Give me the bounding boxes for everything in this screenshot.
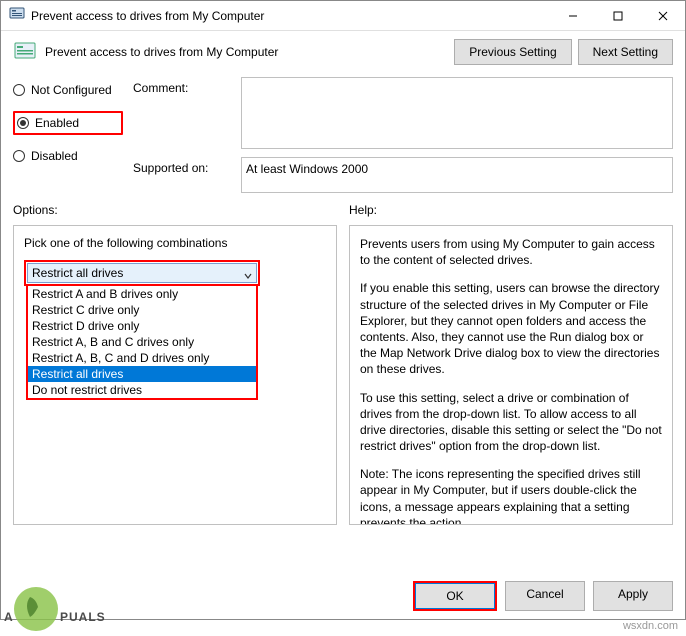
- radio-disabled[interactable]: Disabled: [13, 147, 123, 165]
- policy-icon: [9, 6, 25, 25]
- meta-fields: Comment: Supported on: At least Windows …: [133, 77, 673, 193]
- state-radios: Not Configured Enabled Disabled: [13, 77, 123, 165]
- config-row: Not Configured Enabled Disabled Comment:…: [1, 73, 685, 197]
- highlight-enabled: Enabled: [13, 111, 123, 135]
- radio-icon: [17, 117, 29, 129]
- section-panels: Pick one of the following combinations R…: [1, 225, 685, 569]
- drives-dropdown: Restrict A and B drives only Restrict C …: [26, 284, 258, 400]
- dropdown-item[interactable]: Do not restrict drives: [28, 382, 256, 398]
- options-panel[interactable]: Pick one of the following combinations R…: [13, 225, 337, 525]
- drives-combobox[interactable]: Restrict all drives: [27, 263, 257, 283]
- radio-label: Disabled: [31, 149, 78, 163]
- radio-icon: [13, 150, 25, 162]
- chevron-down-icon: [244, 269, 252, 277]
- comment-textarea[interactable]: [241, 77, 673, 149]
- supported-label: Supported on:: [133, 157, 233, 193]
- header: Prevent access to drives from My Compute…: [1, 31, 685, 73]
- radio-icon: [13, 84, 25, 96]
- help-panel[interactable]: Prevents users from using My Computer to…: [349, 225, 673, 525]
- titlebar: Prevent access to drives from My Compute…: [1, 1, 685, 31]
- radio-not-configured[interactable]: Not Configured: [13, 81, 123, 99]
- highlight-combo: Restrict all drives: [24, 260, 260, 286]
- header-left: Prevent access to drives from My Compute…: [13, 40, 278, 64]
- radio-label: Not Configured: [31, 83, 112, 97]
- help-paragraph: To use this setting, select a drive or c…: [360, 390, 662, 455]
- previous-setting-button[interactable]: Previous Setting: [454, 39, 571, 65]
- nav-buttons: Previous Setting Next Setting: [454, 39, 673, 65]
- dropdown-item[interactable]: Restrict C drive only: [28, 302, 256, 318]
- help-paragraph: Note: The icons representing the specifi…: [360, 466, 662, 525]
- policy-icon-large: [13, 40, 37, 64]
- radio-enabled[interactable]: Enabled: [17, 114, 119, 132]
- radio-dot-icon: [20, 120, 26, 126]
- dropdown-item[interactable]: Restrict D drive only: [28, 318, 256, 334]
- combo-wrap: Restrict all drives Restrict A and B dri…: [24, 260, 326, 286]
- close-button[interactable]: [640, 1, 685, 30]
- comment-row: Comment:: [133, 77, 673, 149]
- supported-textarea: At least Windows 2000: [241, 157, 673, 193]
- window-title: Prevent access to drives from My Compute…: [31, 9, 264, 23]
- header-title: Prevent access to drives from My Compute…: [45, 45, 278, 59]
- dropdown-item[interactable]: Restrict A, B, C and D drives only: [28, 350, 256, 366]
- options-label: Options:: [13, 203, 337, 217]
- window-controls: [550, 1, 685, 30]
- titlebar-left: Prevent access to drives from My Compute…: [9, 6, 264, 25]
- footer-buttons: OK Cancel Apply: [1, 573, 685, 619]
- dropdown-item-selected[interactable]: Restrict all drives: [28, 366, 256, 382]
- help-paragraph: If you enable this setting, users can br…: [360, 280, 662, 377]
- watermark-site: wsxdn.com: [623, 620, 678, 632]
- next-setting-button[interactable]: Next Setting: [578, 39, 673, 65]
- apply-button[interactable]: Apply: [593, 581, 673, 611]
- section-labels: Options: Help:: [1, 197, 685, 225]
- maximize-button[interactable]: [595, 1, 640, 30]
- ok-button[interactable]: OK: [415, 583, 495, 609]
- dropdown-item[interactable]: Restrict A and B drives only: [28, 286, 256, 302]
- combo-selected: Restrict all drives: [32, 266, 123, 280]
- supported-row: Supported on: At least Windows 2000: [133, 157, 673, 193]
- help-paragraph: Prevents users from using My Computer to…: [360, 236, 662, 268]
- comment-label: Comment:: [133, 77, 233, 149]
- help-label: Help:: [349, 203, 673, 217]
- dialog-window: Prevent access to drives from My Compute…: [0, 0, 686, 620]
- minimize-button[interactable]: [550, 1, 595, 30]
- options-prompt: Pick one of the following combinations: [24, 236, 326, 250]
- radio-label: Enabled: [35, 116, 79, 130]
- highlight-ok: OK: [413, 581, 497, 611]
- cancel-button[interactable]: Cancel: [505, 581, 585, 611]
- dropdown-item[interactable]: Restrict A, B and C drives only: [28, 334, 256, 350]
